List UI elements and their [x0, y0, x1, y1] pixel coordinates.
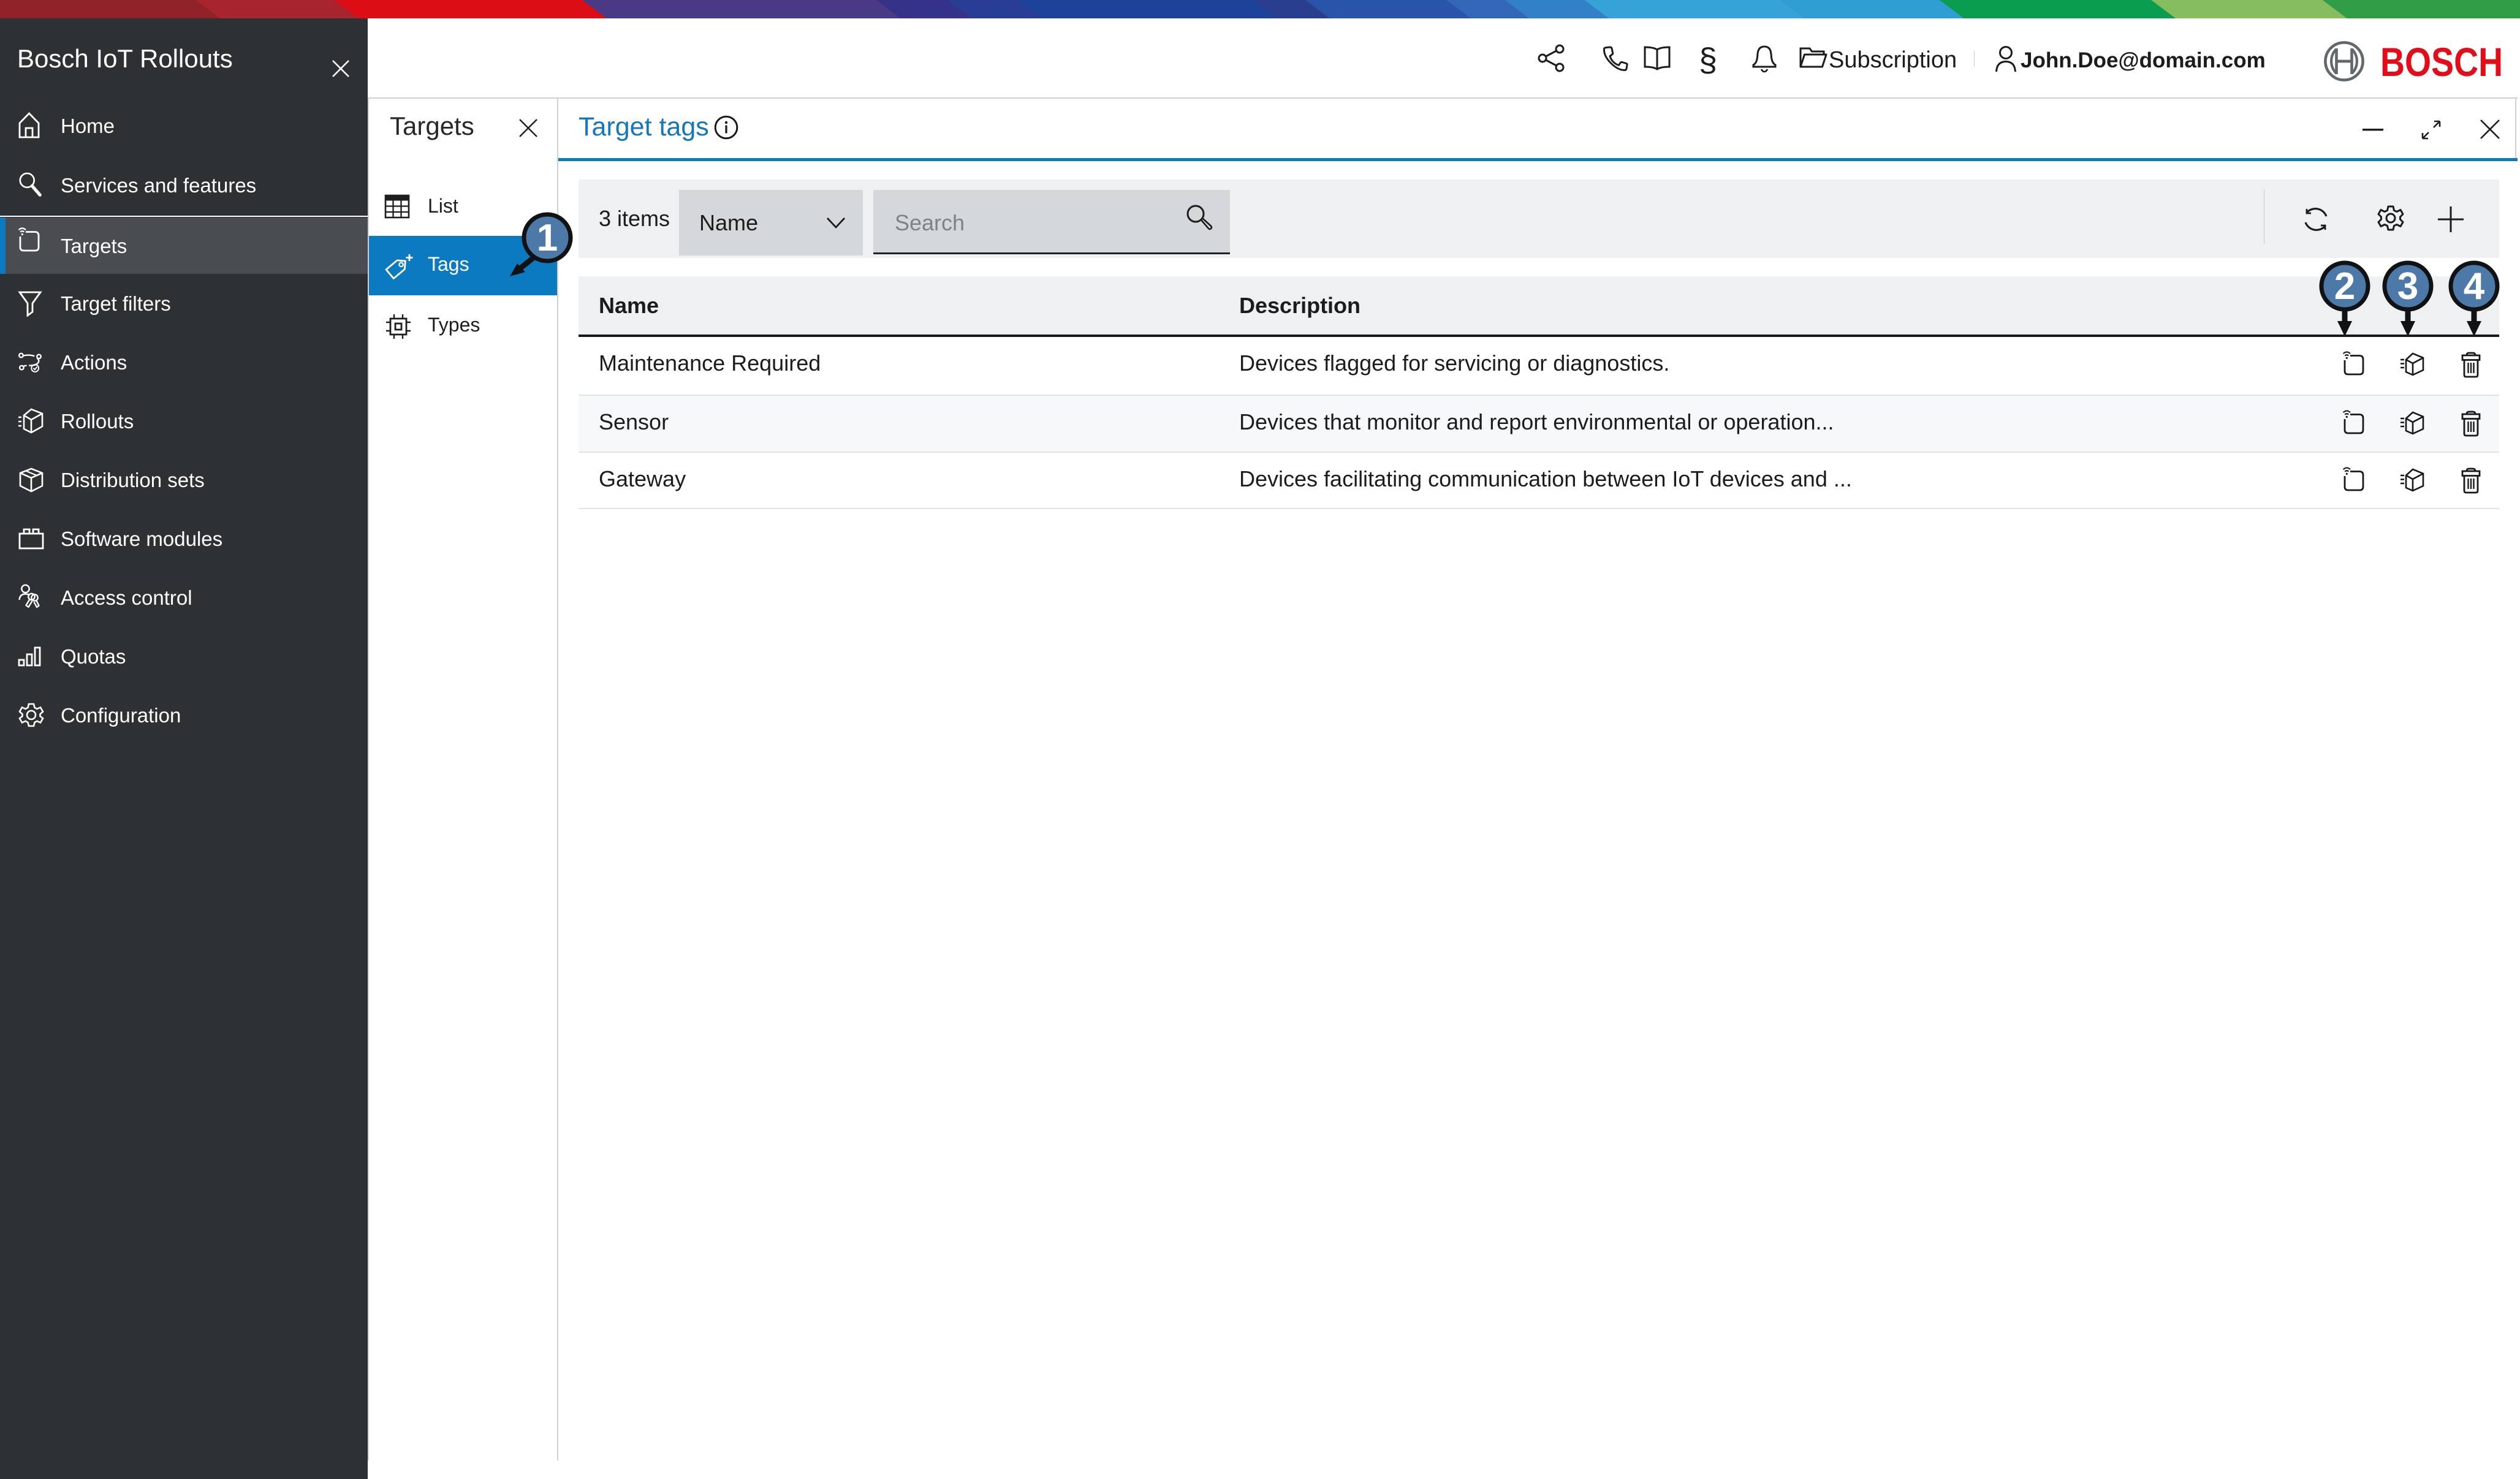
svg-text:2: 2: [2334, 265, 2355, 308]
svg-text:1: 1: [537, 217, 558, 259]
svg-text:3: 3: [2397, 265, 2418, 308]
svg-text:4: 4: [2464, 265, 2485, 308]
